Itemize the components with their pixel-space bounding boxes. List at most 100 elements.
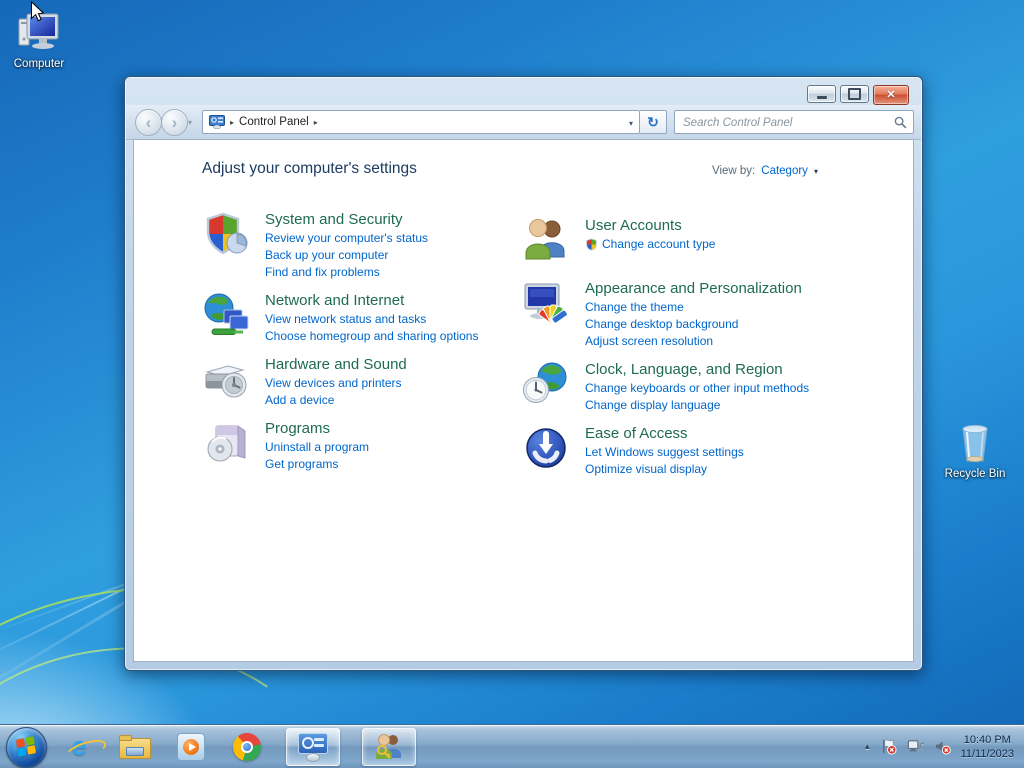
category-programs: Programs Uninstall a program Get program… bbox=[202, 419, 514, 473]
clock-time: 10:40 PM bbox=[963, 733, 1011, 746]
desktop-icon-recycle-bin[interactable]: Recycle Bin bbox=[939, 420, 1011, 481]
navigation-toolbar: ‹ › ▾ ▸ Control Panel ▸ ▾ ↻ Search Contr… bbox=[126, 105, 921, 140]
link-change-display-language[interactable]: Change display language bbox=[585, 397, 720, 414]
refresh-icon: ↻ bbox=[647, 113, 659, 130]
desktop-icon-label: Computer bbox=[13, 58, 65, 70]
category-ease-of-access: Ease of Access Let Windows suggest setti… bbox=[522, 424, 834, 478]
windows-logo-icon bbox=[15, 736, 37, 757]
control-panel-content: Adjust your computer's settings View by:… bbox=[133, 139, 914, 662]
link-back-up-computer[interactable]: Back up your computer bbox=[265, 247, 388, 264]
breadcrumb-arrow-icon: ▸ bbox=[230, 117, 235, 127]
chrome-icon[interactable] bbox=[230, 729, 264, 765]
breadcrumb-control-panel[interactable]: Control Panel bbox=[239, 116, 309, 128]
category-title[interactable]: Appearance and Personalization bbox=[585, 279, 802, 298]
desktop: Computer Recycle Bin ✕ ‹ › ▾ ▸ Control P… bbox=[0, 0, 1024, 768]
category-system-and-security: System and Security Review your computer… bbox=[202, 210, 514, 281]
category-title[interactable]: System and Security bbox=[265, 210, 403, 229]
network-and-internet-icon[interactable] bbox=[202, 291, 250, 339]
link-change-account-type[interactable]: Change account type bbox=[585, 236, 715, 253]
close-icon: ✕ bbox=[886, 88, 896, 101]
network-status-icon[interactable] bbox=[907, 738, 924, 755]
category-column-left: System and Security Review your computer… bbox=[202, 210, 514, 473]
link-view-network-status[interactable]: View network status and tasks bbox=[265, 311, 426, 328]
back-button[interactable]: ‹ bbox=[135, 109, 162, 136]
show-hidden-icons-button[interactable]: ▴ bbox=[865, 741, 870, 752]
back-icon: ‹ bbox=[145, 113, 152, 132]
minimize-button[interactable] bbox=[807, 85, 836, 103]
recycle-bin-icon bbox=[953, 420, 997, 466]
control-panel-window: ✕ ‹ › ▾ ▸ Control Panel ▸ ▾ ↻ Search Con… bbox=[124, 76, 923, 671]
link-homegroup-sharing[interactable]: Choose homegroup and sharing options bbox=[265, 328, 478, 345]
category-title[interactable]: Network and Internet bbox=[265, 291, 404, 310]
refresh-button[interactable]: ↻ bbox=[640, 110, 667, 134]
forward-button[interactable]: › bbox=[161, 109, 188, 136]
category-clock-language-region: Clock, Language, and Region Change keybo… bbox=[522, 360, 834, 414]
view-by-control: View by: Category ▾ bbox=[712, 165, 818, 177]
view-by-dropdown[interactable]: Category bbox=[761, 165, 808, 177]
link-optimize-visual-display[interactable]: Optimize visual display bbox=[585, 461, 707, 478]
view-by-label: View by: bbox=[712, 165, 756, 177]
taskbar-icons: e bbox=[62, 725, 416, 768]
ease-of-access-icon[interactable] bbox=[522, 424, 570, 472]
internet-explorer-icon[interactable]: e bbox=[62, 729, 109, 765]
control-panel-small-icon bbox=[209, 115, 225, 129]
computer-icon bbox=[15, 8, 63, 56]
link-get-programs[interactable]: Get programs bbox=[265, 456, 338, 473]
category-title[interactable]: Ease of Access bbox=[585, 424, 688, 443]
clock-language-region-icon[interactable] bbox=[522, 360, 570, 408]
forward-icon: › bbox=[171, 113, 178, 132]
maximize-button[interactable] bbox=[840, 85, 869, 103]
link-add-device[interactable]: Add a device bbox=[265, 392, 334, 409]
window-titlebar[interactable] bbox=[125, 77, 922, 105]
link-view-devices-printers[interactable]: View devices and printers bbox=[265, 375, 402, 392]
view-by-caret-icon[interactable]: ▾ bbox=[814, 167, 818, 176]
category-user-accounts: User Accounts Change account type bbox=[522, 216, 834, 264]
link-review-computer-status[interactable]: Review your computer's status bbox=[265, 230, 428, 247]
category-title[interactable]: User Accounts bbox=[585, 216, 682, 235]
category-hardware-and-sound: Hardware and Sound View devices and prin… bbox=[202, 355, 514, 409]
hardware-and-sound-icon[interactable] bbox=[202, 355, 250, 403]
close-button[interactable]: ✕ bbox=[873, 85, 909, 105]
control-panel-taskbar-icon bbox=[298, 732, 328, 762]
taskbar-button-control-panel[interactable] bbox=[286, 727, 340, 766]
taskbar-clock[interactable]: 10:40 PM 11/11/2023 bbox=[961, 733, 1014, 761]
recent-pages-dropdown[interactable]: ▾ bbox=[188, 118, 192, 127]
window-caption-buttons: ✕ bbox=[807, 85, 909, 105]
link-adjust-screen-resolution[interactable]: Adjust screen resolution bbox=[585, 333, 713, 350]
appearance-personalization-icon[interactable] bbox=[522, 279, 570, 327]
search-box bbox=[674, 110, 914, 134]
user-accounts-taskbar-icon bbox=[374, 733, 404, 761]
breadcrumb-arrow-icon[interactable]: ▸ bbox=[314, 118, 318, 127]
category-appearance-personalization: Appearance and Personalization Change th… bbox=[522, 279, 834, 350]
page-title: Adjust your computer's settings bbox=[202, 160, 417, 177]
link-windows-suggest-settings[interactable]: Let Windows suggest settings bbox=[585, 444, 744, 461]
uac-shield-icon bbox=[585, 238, 598, 251]
programs-icon[interactable] bbox=[202, 419, 250, 467]
link-uninstall-program[interactable]: Uninstall a program bbox=[265, 439, 369, 456]
clock-date: 11/11/2023 bbox=[960, 747, 1014, 760]
address-bar[interactable]: ▸ Control Panel ▸ ▾ bbox=[202, 110, 640, 134]
link-change-desktop-background[interactable]: Change desktop background bbox=[585, 316, 738, 333]
action-center-flag-icon[interactable] bbox=[880, 738, 897, 755]
link-change-theme[interactable]: Change the theme bbox=[585, 299, 684, 316]
taskbar: e ▴ 10:40 PM 11/11/2023 bbox=[0, 724, 1024, 768]
windows-explorer-icon[interactable] bbox=[118, 729, 152, 765]
category-title[interactable]: Clock, Language, and Region bbox=[585, 360, 783, 379]
start-button[interactable] bbox=[6, 727, 47, 768]
link-find-fix-problems[interactable]: Find and fix problems bbox=[265, 264, 380, 281]
system-and-security-icon[interactable] bbox=[202, 210, 250, 258]
category-title[interactable]: Programs bbox=[265, 419, 330, 438]
volume-muted-icon[interactable] bbox=[934, 738, 951, 755]
search-input[interactable] bbox=[681, 112, 890, 134]
user-accounts-icon[interactable] bbox=[522, 216, 570, 264]
category-column-right: User Accounts Change account type Appear… bbox=[522, 216, 834, 478]
link-change-keyboards-input[interactable]: Change keyboards or other input methods bbox=[585, 380, 809, 397]
category-title[interactable]: Hardware and Sound bbox=[265, 355, 407, 374]
desktop-icon-computer[interactable]: Computer bbox=[3, 8, 75, 71]
windows-media-player-icon[interactable] bbox=[174, 729, 208, 765]
address-dropdown-icon[interactable]: ▾ bbox=[629, 119, 633, 128]
desktop-icon-label: Recycle Bin bbox=[944, 468, 1006, 480]
system-tray: ▴ 10:40 PM 11/11/2023 bbox=[865, 725, 1024, 768]
category-network-and-internet: Network and Internet View network status… bbox=[202, 291, 514, 345]
taskbar-button-user-accounts[interactable] bbox=[362, 727, 416, 766]
